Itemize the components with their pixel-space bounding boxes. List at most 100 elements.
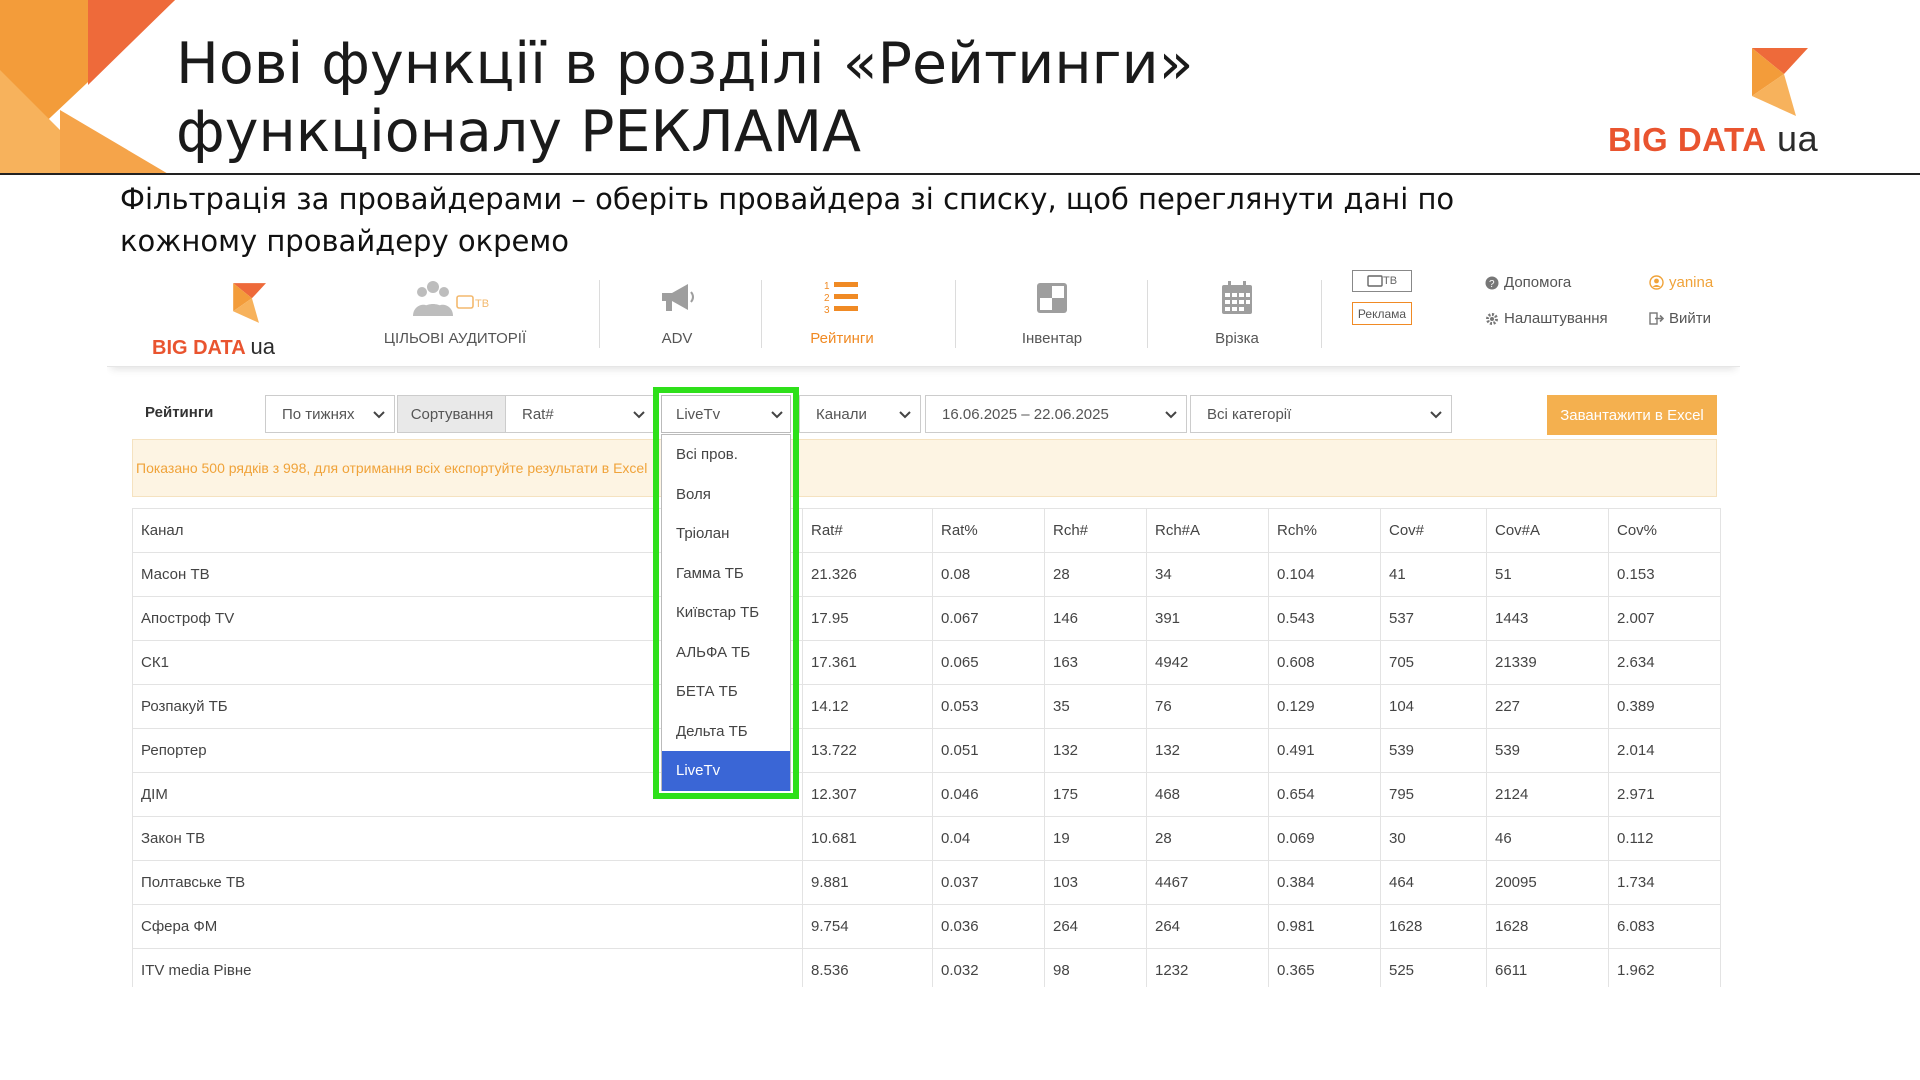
metric-cell: 0.153	[1608, 552, 1721, 597]
metric-cell: 795	[1380, 772, 1487, 817]
period-value: По тижнях	[282, 405, 355, 423]
nav-label: Інвентар	[1021, 330, 1083, 347]
gear-icon	[1486, 312, 1498, 325]
column-header[interactable]: Rch%	[1268, 508, 1381, 553]
logout-label: Вийти	[1669, 310, 1712, 327]
channel-name-cell: Закон ТВ	[132, 816, 803, 861]
user-icon	[1649, 275, 1664, 290]
provider-option[interactable]: Тріолан	[662, 514, 790, 554]
channel-name-cell: ITV media Рівне	[132, 948, 803, 987]
nav-adv[interactable]: ADV	[627, 276, 727, 358]
category-value: Всі категорії	[1207, 405, 1292, 423]
chevron-down-icon	[1165, 411, 1177, 419]
table-row[interactable]: Репортер 13.722 0.051 132 132 0.491 539 539 2.01…	[132, 728, 1721, 773]
help-link[interactable]: ? Допомога	[1485, 274, 1571, 291]
export-excel-button[interactable]: Завантажити в Excel	[1547, 395, 1717, 435]
table-row[interactable]: Масон ТВ 21.326 0.08 28 34 0.104 41 51 0.153	[132, 552, 1721, 597]
table-row[interactable]: Апостроф TV 17.95 0.067 146 391 0.543 537 1443 2…	[132, 596, 1721, 641]
tv-toggle[interactable]: ТВ	[1352, 270, 1412, 292]
table-row[interactable]: Полтавське ТВ 9.881 0.037 103 4467 0.384 464 20…	[132, 860, 1721, 905]
date-range-select[interactable]: 16.06.2025 – 22.06.2025	[925, 395, 1187, 433]
app-logo-mark-icon	[233, 283, 266, 323]
sort-select[interactable]: Rat#	[505, 395, 655, 433]
nav-divider	[761, 280, 762, 348]
entity-select[interactable]: Канали	[799, 395, 921, 433]
help-label: Допомога	[1504, 274, 1572, 291]
ratings-table: Канал Rat# Rat% Rch# Rch#A Rch% Cov# Cov#A Cov% …	[132, 508, 1721, 987]
category-select[interactable]: Всі категорії	[1190, 395, 1452, 433]
provider-option[interactable]: АЛЬФА ТБ	[662, 633, 790, 673]
table-row[interactable]: Розпакуй ТБ 14.12 0.053 35 76 0.129 104 227 0.38…	[132, 684, 1721, 729]
metric-cell: 2.634	[1608, 640, 1721, 685]
sort-label: Сортування	[397, 395, 507, 433]
metric-cell: 264	[1044, 904, 1147, 949]
column-header[interactable]: Rch#A	[1146, 508, 1269, 553]
metric-cell: 2.007	[1608, 596, 1721, 641]
nav-divider	[1321, 280, 1322, 348]
svg-text:3: 3	[824, 305, 830, 316]
metric-cell: 34	[1146, 552, 1269, 597]
logout-link[interactable]: Вийти	[1649, 310, 1711, 327]
metric-cell: 537	[1380, 596, 1487, 641]
provider-option[interactable]: LiveTv	[662, 751, 790, 791]
column-header[interactable]: Rch#	[1044, 508, 1147, 553]
column-header[interactable]: Cov#	[1380, 508, 1487, 553]
provider-option[interactable]: Дельта ТБ	[662, 712, 790, 752]
table-row[interactable]: ДІМ 12.307 0.046 175 468 0.654 795 2124 2.971	[132, 772, 1721, 817]
metric-cell: 0.384	[1268, 860, 1381, 905]
svg-text:?: ?	[1489, 279, 1495, 290]
corner-decoration	[0, 0, 175, 175]
metric-cell: 0.08	[932, 552, 1045, 597]
column-header[interactable]: Cov%	[1608, 508, 1721, 553]
inventory-icon	[1037, 283, 1067, 313]
column-header[interactable]: Rat#	[802, 508, 933, 553]
provider-option[interactable]: Воля	[662, 475, 790, 515]
tv-toggle-label: ТВ	[1382, 275, 1398, 287]
metric-cell: 1.734	[1608, 860, 1721, 905]
metric-cell: 539	[1486, 728, 1609, 773]
ads-toggle[interactable]: Реклама	[1352, 302, 1412, 325]
metric-cell: 705	[1380, 640, 1487, 685]
nav-insertion[interactable]: Врізка	[1187, 276, 1287, 358]
metric-cell: 103	[1044, 860, 1147, 905]
metric-cell: 2124	[1486, 772, 1609, 817]
provider-option[interactable]: Київстар ТБ	[662, 593, 790, 633]
metric-cell: 19	[1044, 816, 1147, 861]
app-window: BIG DATA ua ТВ ЦІЛЬОВІ АУДИТОРІЇ ADV 1 2…	[107, 262, 1740, 987]
metric-cell: 20095	[1486, 860, 1609, 905]
table-row[interactable]: ITV media Рівне 8.536 0.032 98 1232 0.365 525 6…	[132, 948, 1721, 987]
metric-cell: 175	[1044, 772, 1147, 817]
title-divider	[0, 173, 1920, 175]
metric-cell: 227	[1486, 684, 1609, 729]
table-row[interactable]: СК1 17.361 0.065 163 4942 0.608 705 21339 2.634	[132, 640, 1721, 685]
app-logo-brand: BIG DATA	[152, 337, 245, 359]
provider-option[interactable]: Всі пров.	[662, 435, 790, 475]
nav-target-audiences[interactable]: ТВ ЦІЛЬОВІ АУДИТОРІЇ	[375, 276, 535, 358]
nav-divider	[1147, 280, 1148, 348]
metric-cell: 10.681	[802, 816, 933, 861]
chevron-down-icon	[771, 411, 783, 419]
table-row[interactable]: Закон ТВ 10.681 0.04 19 28 0.069 30 46 0.112	[132, 816, 1721, 861]
metric-cell: 264	[1146, 904, 1269, 949]
tv-icon	[1367, 275, 1383, 287]
settings-link[interactable]: Налаштування	[1485, 310, 1608, 327]
metric-cell: 0.129	[1268, 684, 1381, 729]
period-select[interactable]: По тижнях	[265, 395, 395, 433]
metric-cell: 0.543	[1268, 596, 1381, 641]
metric-cell: 0.069	[1268, 816, 1381, 861]
user-link[interactable]: yanina	[1649, 274, 1713, 291]
metric-cell: 12.307	[802, 772, 933, 817]
provider-option[interactable]: Гамма ТБ	[662, 554, 790, 594]
metric-cell: 1628	[1486, 904, 1609, 949]
nav-label: ADV	[661, 330, 693, 347]
app-logo[interactable]: BIG DATA ua	[152, 280, 292, 360]
nav-ratings[interactable]: 1 2 3 Рейтинги	[787, 276, 897, 358]
nav-inventory[interactable]: Інвентар	[987, 276, 1117, 358]
chevron-down-icon	[373, 411, 385, 419]
column-header[interactable]: Rat%	[932, 508, 1045, 553]
megaphone-icon	[662, 284, 694, 311]
table-row[interactable]: Сфера ФМ 9.754 0.036 264 264 0.981 1628 1628 6.0…	[132, 904, 1721, 949]
provider-option[interactable]: БЕТА ТБ	[662, 672, 790, 712]
provider-select[interactable]: LiveTv	[661, 395, 791, 433]
column-header[interactable]: Cov#A	[1486, 508, 1609, 553]
